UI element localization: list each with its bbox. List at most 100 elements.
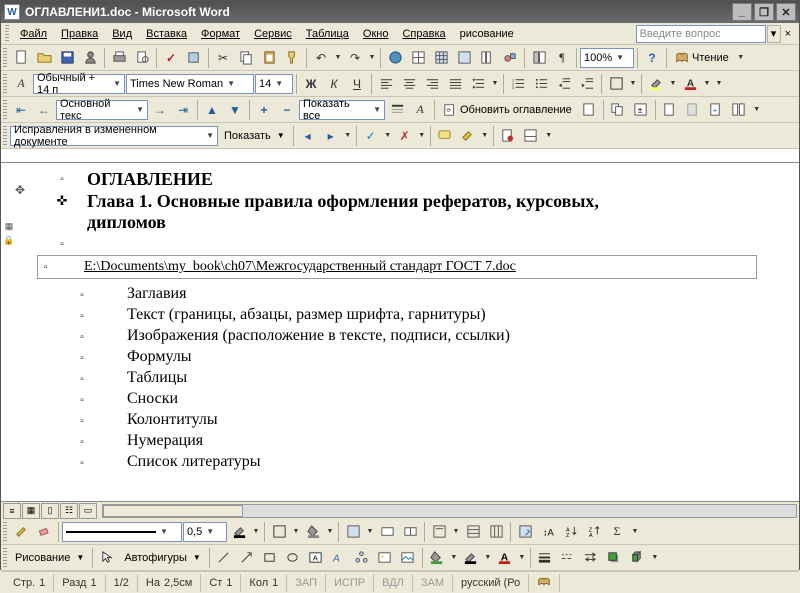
menu-format[interactable]: Формат: [194, 26, 247, 42]
font-color-dropdown[interactable]: ▼: [702, 73, 712, 95]
subdoc-icon[interactable]: ▦: [5, 221, 14, 232]
horizontal-scrollbar[interactable]: [102, 504, 797, 518]
track-changes-button[interactable]: [497, 125, 519, 147]
display-review-combo[interactable]: Исправления в измененном документе▼: [10, 126, 218, 146]
distribute-rows-button[interactable]: [462, 521, 484, 543]
shading-dropdown[interactable]: ▼: [325, 521, 335, 543]
accept-change-button[interactable]: ✓: [360, 125, 382, 147]
promote-button[interactable]: ←: [33, 99, 55, 121]
italic-button[interactable]: К: [323, 73, 345, 95]
menu-help[interactable]: Справка: [395, 26, 452, 42]
dash-style-button[interactable]: [557, 547, 579, 569]
menu-file[interactable]: Файл: [13, 26, 54, 42]
accept-dropdown[interactable]: ▼: [343, 125, 353, 147]
restore-button[interactable]: ❐: [754, 3, 774, 21]
columns-button[interactable]: [476, 47, 498, 69]
zoom-combo[interactable]: 100%▼: [580, 48, 634, 68]
status-ovr[interactable]: ЗАМ: [413, 574, 453, 592]
normal-view-button[interactable]: ≡: [3, 503, 21, 519]
fill-color-button[interactable]: [426, 547, 448, 569]
draw-table-button[interactable]: [10, 521, 32, 543]
show-level-combo[interactable]: Показать все▼: [299, 100, 385, 120]
demote-body-button[interactable]: ⇥: [172, 99, 194, 121]
show-formatting-button[interactable]: A: [409, 99, 431, 121]
fill-color-dropdown[interactable]: ▼: [449, 547, 459, 569]
new-comment-button[interactable]: [434, 125, 456, 147]
save-button[interactable]: [56, 47, 78, 69]
wordart-button[interactable]: A: [328, 547, 350, 569]
sort-desc-button[interactable]: ZA: [583, 521, 605, 543]
drawing-toolbar-button[interactable]: [499, 47, 521, 69]
move-up-button[interactable]: ▲: [201, 99, 223, 121]
move-down-button[interactable]: ▼: [224, 99, 246, 121]
select-objects-button[interactable]: [96, 547, 118, 569]
menu-insert[interactable]: Вставка: [139, 26, 194, 42]
status-spellcheck-icon[interactable]: [529, 574, 560, 592]
border-color-button[interactable]: [228, 521, 250, 543]
undo-dropdown[interactable]: ▼: [333, 47, 343, 69]
line-weight-combo[interactable]: 0,5▼: [183, 522, 227, 542]
prev-change-button[interactable]: ◂: [297, 125, 319, 147]
size-combo[interactable]: 14▼: [255, 74, 293, 94]
font-combo[interactable]: Times New Roman▼: [126, 74, 254, 94]
reject-change-dropdown[interactable]: ▼: [417, 125, 427, 147]
redo-button[interactable]: ↷: [344, 47, 366, 69]
borders-dropdown[interactable]: ▼: [628, 73, 638, 95]
toolbar-options-button[interactable]: ▼: [751, 99, 763, 121]
border-dropdown[interactable]: ▼: [291, 521, 301, 543]
status-rec[interactable]: ЗАП: [287, 574, 326, 592]
highlight-dropdown[interactable]: ▼: [668, 73, 678, 95]
line-button[interactable]: [213, 547, 235, 569]
line-style-button[interactable]: [534, 547, 556, 569]
close-doc-button[interactable]: ×: [781, 26, 795, 42]
status-lang[interactable]: русский (Ро: [453, 574, 529, 592]
print-preview-button[interactable]: [131, 47, 153, 69]
font-color2-button[interactable]: A: [494, 547, 516, 569]
shadow-button[interactable]: [603, 547, 625, 569]
cut-button[interactable]: ✂: [212, 47, 234, 69]
clipart-button[interactable]: [374, 547, 396, 569]
spacing-dropdown[interactable]: ▼: [490, 73, 500, 95]
highlight-pen-dropdown[interactable]: ▼: [480, 125, 490, 147]
format-painter-button[interactable]: [281, 47, 303, 69]
outline-expand-icon[interactable]: ✜: [37, 191, 87, 209]
menu-drawing[interactable]: рисование: [453, 26, 521, 42]
ruler[interactable]: [1, 149, 799, 163]
update-toc-button[interactable]: ⟳Обновить оглавление: [438, 99, 577, 121]
insert-excel-button[interactable]: [453, 47, 475, 69]
expand-button[interactable]: +: [253, 99, 275, 121]
toolbar-options-button[interactable]: ▼: [649, 547, 661, 569]
textbox-button[interactable]: A: [305, 547, 327, 569]
permissions-button[interactable]: [79, 47, 101, 69]
numbering-button[interactable]: 123: [507, 73, 529, 95]
outline-view-button[interactable]: ☷: [60, 503, 78, 519]
split-cells-button[interactable]: [399, 521, 421, 543]
align-center-button[interactable]: [398, 73, 420, 95]
diagram-button[interactable]: [351, 547, 373, 569]
line-color-dropdown[interactable]: ▼: [483, 547, 493, 569]
print-view-button[interactable]: ▯: [41, 503, 59, 519]
reviewing-pane-button[interactable]: [520, 125, 542, 147]
menu-window[interactable]: Окно: [356, 26, 396, 42]
menu-edit[interactable]: Правка: [54, 26, 105, 42]
font-color-button[interactable]: A: [679, 73, 701, 95]
paste-button[interactable]: [258, 47, 280, 69]
collapse-subdocs-button[interactable]: ±: [630, 99, 652, 121]
text-direction-button[interactable]: ↕A: [537, 521, 559, 543]
spellcheck-button[interactable]: ✓: [160, 47, 182, 69]
merge-subdoc-button[interactable]: [728, 99, 750, 121]
distribute-cols-button[interactable]: [485, 521, 507, 543]
undo-button[interactable]: ↶: [310, 47, 332, 69]
print-button[interactable]: [108, 47, 130, 69]
align-right-button[interactable]: [421, 73, 443, 95]
menu-view[interactable]: Вид: [105, 26, 139, 42]
merge-cells-button[interactable]: [376, 521, 398, 543]
collapse-button[interactable]: −: [276, 99, 298, 121]
shading-color-button[interactable]: [302, 521, 324, 543]
status-trk[interactable]: ИСПР: [326, 574, 374, 592]
insert-table-button[interactable]: [430, 47, 452, 69]
highlight-button[interactable]: [645, 73, 667, 95]
style-combo[interactable]: Обычный + 14 п▼: [33, 74, 125, 94]
menu-table[interactable]: Таблица: [299, 26, 356, 42]
help-dropdown-button[interactable]: ▾: [767, 25, 781, 43]
